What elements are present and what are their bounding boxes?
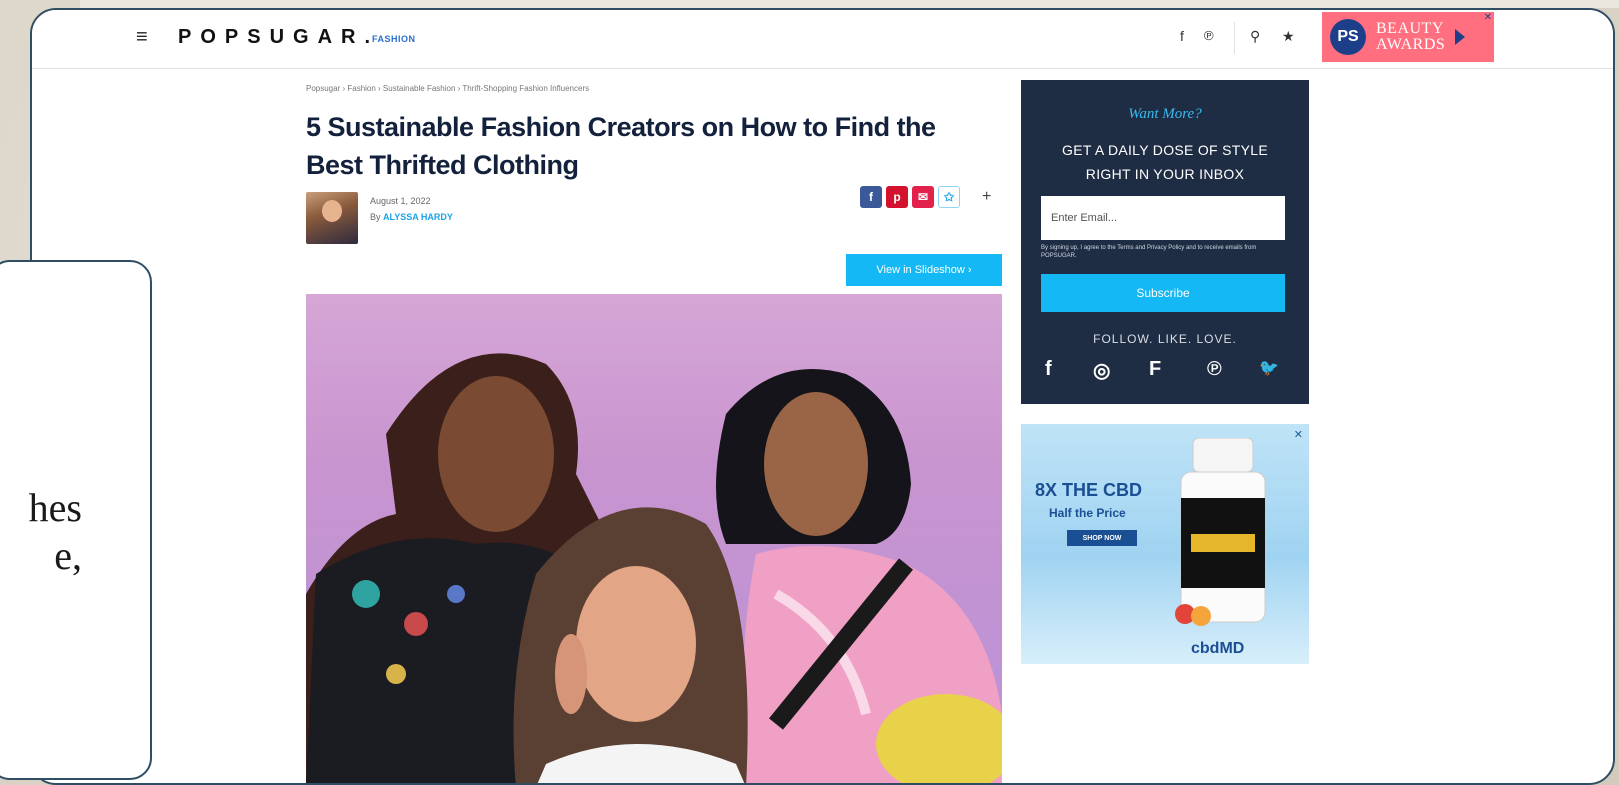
product-bottle-image (1175, 438, 1266, 626)
byline: By ALYSSA HARDY (370, 212, 453, 222)
hero-image (306, 294, 1002, 783)
browser-window: ≡ POPSUGAR. FASHION f ℗ ⚲ ★ PS BEAUTY AW… (30, 8, 1615, 785)
ps-badge: PS (1330, 19, 1366, 55)
overlay-text: hes e, (0, 484, 82, 580)
article-title: 5 Sustainable Fashion Creators on How to… (306, 112, 936, 180)
background-strip (80, 0, 1619, 8)
breadcrumb[interactable]: Popsugar › Fashion › Sustainable Fashion… (306, 84, 589, 93)
header-divider (1234, 22, 1235, 54)
search-icon[interactable]: ⚲ (1250, 28, 1260, 45)
newsletter-kicker: Want More? (1128, 106, 1202, 122)
banner-line: AWARDS (1376, 36, 1446, 53)
follow-label: FOLLOW. LIKE. LOVE. (1093, 332, 1237, 346)
banner-line: BEAUTY (1376, 20, 1444, 37)
pinterest-icon[interactable]: ℗ (1207, 358, 1222, 381)
site-logo[interactable]: POPSUGAR. (178, 26, 379, 49)
overlay-card: hes e, (0, 260, 152, 780)
section-label[interactable]: FASHION (372, 34, 416, 44)
author-link[interactable]: ALYSSA HARDY (383, 212, 453, 222)
facebook-icon[interactable]: f (1180, 28, 1184, 44)
overlay-line: hes (28, 485, 82, 530)
share-facebook-button[interactable]: f (860, 186, 882, 208)
pinterest-icon[interactable]: ℗ (1204, 28, 1214, 43)
instagram-icon[interactable]: ◎ (1093, 358, 1110, 383)
subscribe-button[interactable]: Subscribe (1041, 274, 1285, 312)
more-share-icon[interactable]: + (982, 188, 991, 206)
ad-headline: 8X THE CBD (1035, 480, 1143, 500)
publish-date: August 1, 2022 (370, 196, 431, 206)
cbd-advertisement[interactable]: ✕ 8X THE CBD Half the Price SHOP NOW cbd… (1021, 424, 1309, 664)
site-header: ≡ POPSUGAR. FASHION f ℗ ⚲ ★ PS BEAUTY AW… (32, 10, 1613, 69)
play-arrow-icon (1455, 29, 1466, 45)
view-slideshow-button[interactable]: View in Slideshow › (846, 254, 1002, 286)
newsletter-disclaimer: By signing up, I agree to the Terms and … (1041, 245, 1257, 259)
email-input[interactable] (1041, 196, 1285, 240)
share-pinterest-button[interactable]: p (886, 186, 908, 208)
star-icon[interactable]: ★ (1282, 28, 1295, 45)
facebook-icon[interactable]: f (1045, 358, 1052, 381)
close-icon[interactable]: ✕ (1294, 428, 1303, 441)
save-star-button[interactable]: ✩ (938, 186, 960, 208)
hero-illustration (306, 353, 1002, 783)
banner-text: BEAUTY AWARDS (1376, 21, 1445, 53)
by-label: By (370, 212, 381, 222)
overlay-line: e, (54, 533, 82, 578)
ad-subline: Half the Price (1049, 506, 1126, 520)
newsletter-signup: Want More? GET A DAILY DOSE OF STYLE RIG… (1021, 80, 1309, 404)
headline-line: RIGHT IN YOUR INBOX (1085, 166, 1245, 182)
flipboard-icon[interactable]: F (1149, 358, 1161, 381)
ad-brand: cbdMD (1191, 640, 1245, 657)
author-avatar[interactable] (306, 192, 358, 244)
twitter-icon[interactable]: 🐦 (1259, 358, 1279, 378)
newsletter-headline: GET A DAILY DOSE OF STYLE RIGHT IN YOUR … (1021, 138, 1309, 186)
shop-now-button[interactable]: SHOP NOW (1067, 530, 1137, 546)
menu-icon[interactable]: ≡ (136, 26, 148, 49)
beauty-awards-banner[interactable]: PS BEAUTY AWARDS ✕ (1322, 12, 1494, 62)
headline-line: GET A DAILY DOSE OF STYLE (1062, 142, 1268, 158)
close-icon[interactable]: ✕ (1484, 12, 1492, 23)
share-email-button[interactable]: ✉ (912, 186, 934, 208)
